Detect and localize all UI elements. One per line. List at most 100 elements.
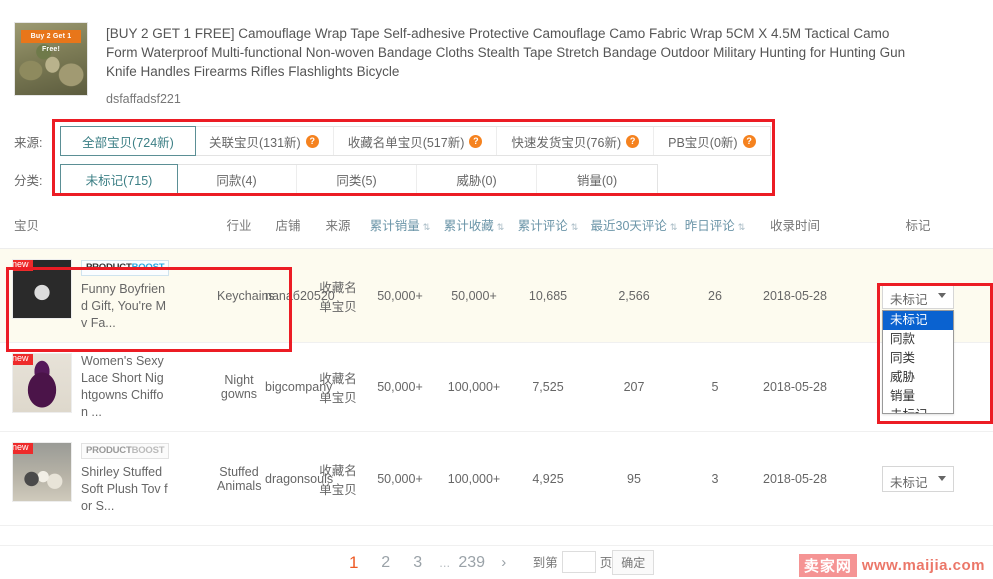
category-tab-1[interactable]: 同款(4) bbox=[177, 165, 297, 193]
cell-sales: 50,000+ bbox=[363, 342, 437, 432]
table-row[interactable]: new PRODUCTBOOST Funny Boyfriend Gift, You… bbox=[0, 248, 993, 414]
mark-select[interactable]: 未标记 bbox=[882, 465, 954, 492]
productboost-badge-part2: BOOST bbox=[131, 262, 165, 273]
source-tab-2[interactable]: 收藏名单宝贝(517新)? bbox=[333, 127, 498, 155]
product-seller-name[interactable]: dsfaffadsf221 bbox=[106, 92, 916, 106]
page-button-3[interactable]: 3 bbox=[403, 548, 433, 578]
table-row[interactable]: new PRODUCTBOOST Shirley Stuffed Soft Plus… bbox=[0, 431, 993, 526]
source-tab-3[interactable]: 快速发货宝贝(76新)? bbox=[497, 127, 655, 155]
mark-dropdown-option[interactable]: 威胁 bbox=[883, 368, 953, 387]
products-table-body: new PRODUCTBOOST Funny Boyfriend Gift, You… bbox=[0, 248, 993, 526]
mark-dropdown-option-clipped[interactable]: 未标记 bbox=[883, 406, 953, 413]
cell-mark: 未标记未标记同款同类威胁销量未标记 bbox=[843, 248, 993, 414]
column-header-label: 收录时间 bbox=[769, 219, 820, 233]
source-tab-label: 快速发货宝贝(76新) bbox=[511, 135, 622, 150]
chevron-down-icon[interactable] bbox=[938, 475, 946, 481]
cell-favorites: 50,000+ bbox=[437, 248, 511, 343]
cell-comments-yesterday: 5 bbox=[683, 342, 747, 432]
category-tab-label: 未标记(715) bbox=[85, 173, 153, 188]
column-header-4[interactable]: 累计销量 ⇅ bbox=[363, 207, 437, 249]
help-icon[interactable]: ? bbox=[742, 134, 756, 148]
column-header-label: 店铺 bbox=[275, 219, 301, 233]
chevron-down-icon[interactable] bbox=[938, 292, 946, 298]
column-header-10: 标记 bbox=[843, 207, 993, 249]
source-tab-0[interactable]: 全部宝贝(724新) bbox=[60, 126, 196, 156]
column-header-0: 宝贝 bbox=[0, 207, 215, 249]
column-header-label: 宝贝 bbox=[14, 219, 40, 233]
cell-shop: nanaб20520 bbox=[263, 248, 335, 343]
next-page-button[interactable]: › bbox=[489, 548, 519, 578]
source-tab-label: 收藏名单宝贝(517新) bbox=[347, 135, 465, 150]
row-product-title[interactable]: Funny Boyfriend Gift, You're Mv Fa... bbox=[81, 281, 168, 332]
column-header-5[interactable]: 累计收藏 ⇅ bbox=[437, 207, 511, 249]
help-icon[interactable]: ? bbox=[305, 134, 319, 148]
help-icon[interactable]: ? bbox=[626, 134, 640, 148]
column-header-7[interactable]: 最近30天评论 ⇅ bbox=[585, 207, 683, 249]
mark-dropdown-option[interactable]: 同款 bbox=[883, 330, 953, 349]
source-filter-row: 来源: 全部宝贝(724新) 关联宝贝(131新)? 收藏名单宝贝(517新)? 快速… bbox=[14, 122, 993, 160]
source-tab-label: 关联宝贝(131新) bbox=[209, 135, 301, 150]
product-title[interactable]: [BUY 2 GET 1 FREE] Camouflage Wrap Tape … bbox=[106, 24, 916, 81]
cell-source: 收藏名单宝贝 bbox=[313, 248, 363, 343]
cell-comments-30d: 207 bbox=[585, 342, 683, 432]
cell-product: new PRODUCTBOOST Funny Boyfriend Gift, You… bbox=[0, 248, 215, 343]
category-tab-label: 威胁(0) bbox=[456, 173, 497, 188]
cell-comments-yesterday: 3 bbox=[683, 431, 747, 526]
column-header-label: 昨日评论 bbox=[684, 219, 735, 233]
page-ellipsis: ... bbox=[439, 554, 451, 570]
goto-page-input[interactable] bbox=[561, 551, 596, 573]
column-header-label: 最近30天评论 bbox=[590, 219, 667, 233]
category-filter-label: 分类: bbox=[14, 173, 43, 188]
row-product-thumbnail[interactable]: new bbox=[12, 259, 72, 319]
product-cell: new PRODUCTBOOST Shirley Stuffed Soft Plus… bbox=[2, 442, 213, 515]
sort-toggle-icon[interactable]: ⇅ bbox=[670, 223, 678, 232]
mark-select[interactable]: 未标记未标记同款同类威胁销量未标记 bbox=[882, 282, 954, 414]
category-filter-row: 分类: 未标记(715) 同款(4) 同类(5) 威胁(0) 销量(0) bbox=[14, 160, 993, 198]
row-product-thumbnail[interactable]: new bbox=[12, 353, 72, 413]
mark-dropdown-option[interactable]: 销量 bbox=[883, 387, 953, 406]
cell-product: new PRODUCTBOOST Shirley Stuffed Soft Plus… bbox=[0, 431, 215, 526]
column-header-label: 标记 bbox=[905, 219, 931, 233]
cell-collected-at: 2018-05-28 bbox=[747, 248, 843, 343]
category-tab-3[interactable]: 威胁(0) bbox=[417, 165, 537, 193]
column-header-8[interactable]: 昨日评论 ⇅ bbox=[683, 207, 747, 249]
goto-suffix: 页 bbox=[599, 556, 613, 570]
row-product-title[interactable]: Shirley Stuffed Soft Plush Tov for S... bbox=[81, 464, 168, 515]
product-thumbnail-image[interactable]: Buy 2 Get 1 Free! bbox=[14, 22, 88, 96]
source-tab-1[interactable]: 关联宝贝(131新)? bbox=[195, 127, 334, 155]
product-info: Women's Sexy Lace Short Nightgowns Chiff… bbox=[72, 353, 168, 421]
new-badge: new bbox=[13, 354, 33, 365]
goto-confirm-button[interactable]: 确定 bbox=[612, 550, 655, 575]
page-button-1[interactable]: 1 bbox=[339, 548, 369, 578]
new-badge: new bbox=[13, 443, 33, 454]
sort-toggle-icon[interactable]: ⇅ bbox=[738, 223, 746, 232]
table-row[interactable]: new Women's Sexy Lace Short Nightgowns Ch… bbox=[0, 342, 993, 432]
cell-sales: 50,000+ bbox=[363, 431, 437, 526]
column-header-6[interactable]: 累计评论 ⇅ bbox=[511, 207, 585, 249]
cell-mark: 未标记 bbox=[843, 431, 993, 526]
cell-favorites: 100,000+ bbox=[437, 342, 511, 432]
column-header-label: 行业 bbox=[226, 219, 252, 233]
sort-toggle-icon[interactable]: ⇅ bbox=[497, 223, 505, 232]
row-product-title[interactable]: Women's Sexy Lace Short Nightgowns Chiff… bbox=[81, 353, 168, 421]
productboost-badge-part2: BOOST bbox=[131, 445, 165, 456]
category-tab-2[interactable]: 同类(5) bbox=[297, 165, 417, 193]
category-tab-0[interactable]: 未标记(715) bbox=[60, 164, 178, 194]
product-info: PRODUCTBOOST Shirley Stuffed Soft Plush T… bbox=[72, 442, 170, 515]
mark-dropdown-option[interactable]: 同类 bbox=[883, 349, 953, 368]
help-icon[interactable]: ? bbox=[469, 134, 483, 148]
column-header-label: 来源 bbox=[325, 219, 351, 233]
productboost-badge: PRODUCTBOOST bbox=[81, 260, 170, 276]
source-tab-4[interactable]: PB宝贝(0新)? bbox=[654, 127, 770, 155]
source-filter-label: 来源: bbox=[14, 135, 43, 150]
products-table: 宝贝 行业 店铺 来源 累计销量 ⇅ 累计收藏 ⇅ 累计评论 ⇅ 最近30天评论 ⇅ 昨日评论 ⇅ 收录时间… bbox=[0, 207, 993, 526]
sort-toggle-icon[interactable]: ⇅ bbox=[423, 223, 431, 232]
page-button-last[interactable]: 239 bbox=[457, 548, 487, 578]
mark-dropdown-option[interactable]: 未标记 bbox=[883, 310, 953, 330]
category-tab-4[interactable]: 销量(0) bbox=[537, 165, 657, 193]
sort-toggle-icon[interactable]: ⇅ bbox=[571, 223, 579, 232]
cell-favorites: 100,000+ bbox=[437, 431, 511, 526]
page-button-2[interactable]: 2 bbox=[371, 548, 401, 578]
cell-industry: Night gowns bbox=[215, 342, 263, 432]
row-product-thumbnail[interactable]: new bbox=[12, 442, 72, 502]
